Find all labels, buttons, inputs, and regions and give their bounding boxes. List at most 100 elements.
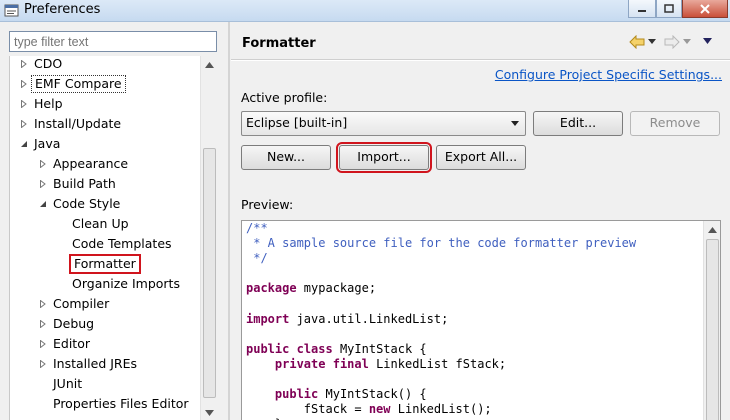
code-keyword: public — [246, 341, 290, 356]
tree-item-label: Java — [34, 136, 61, 151]
tree-item-compiler[interactable]: Compiler — [10, 294, 210, 314]
code-line: public MyIntStack() { — [274, 387, 427, 402]
code-line: * A sample source file for the code form… — [246, 236, 636, 251]
tree-item-label: Organize Imports — [72, 276, 180, 291]
code-comment: /** — [246, 221, 268, 235]
tree-item-label: Clean Up — [72, 216, 129, 231]
tree-item-label: Installed JREs — [53, 356, 138, 371]
collapsed-arrow-icon[interactable] — [20, 80, 28, 88]
tree-item-editor[interactable]: Editor — [10, 334, 210, 354]
code-line: */ — [246, 251, 636, 266]
window-title: Preferences — [24, 2, 101, 17]
chevron-down-icon — [511, 121, 519, 126]
tree-item-cdo[interactable]: CDO — [10, 56, 210, 74]
tree-item-java[interactable]: Java — [10, 134, 210, 154]
back-dropdown-icon[interactable] — [648, 39, 656, 44]
maximize-button[interactable] — [656, 0, 682, 18]
preview-label: Preview: — [241, 197, 294, 212]
view-menu-icon[interactable] — [703, 38, 712, 44]
tree-item-junit[interactable]: JUnit — [10, 374, 210, 394]
preferences-navigation-pane: CDO EMF Compare Help Install/Update Java Appe… — [0, 22, 226, 420]
collapsed-arrow-icon[interactable] — [39, 180, 47, 188]
tree-item-label: Editor — [53, 336, 90, 351]
tree-item-label: JUnit — [53, 376, 83, 391]
pane-splitter[interactable] — [228, 22, 230, 420]
code-preview: /** * A sample source file for the code … — [241, 220, 721, 420]
scroll-up-arrow-icon[interactable] — [205, 62, 214, 68]
collapsed-arrow-icon[interactable] — [20, 100, 28, 108]
edit-profile-button[interactable]: Edit... — [533, 111, 623, 136]
filter-input[interactable] — [9, 31, 217, 52]
forward-arrow-icon[interactable] — [664, 35, 680, 49]
collapsed-arrow-icon[interactable] — [20, 60, 28, 68]
tree-item-build-path[interactable]: Build Path — [10, 174, 210, 194]
tree-item-label: Install/Update — [34, 116, 122, 131]
back-arrow-icon[interactable] — [629, 35, 645, 49]
tree-item-installed-jres[interactable]: Installed JREs — [10, 354, 210, 374]
export-all-button[interactable]: Export All... — [436, 145, 526, 170]
forward-dropdown-icon[interactable] — [683, 39, 691, 44]
tree-item-emf-compare[interactable]: EMF Compare — [10, 74, 210, 94]
preferences-tree: CDO EMF Compare Help Install/Update Java Appe… — [9, 56, 217, 420]
preview-scroll-up-arrow-icon[interactable] — [708, 227, 717, 233]
title-bar: Preferences — [0, 0, 730, 22]
tree-item-label: CDO — [34, 56, 63, 71]
code-preview-text: /** * A sample source file for the code … — [246, 221, 636, 420]
preview-scrollbar[interactable] — [703, 221, 720, 420]
tree-item-code-templates[interactable]: Code Templates — [10, 234, 210, 254]
tree-item-organize-imports[interactable]: Organize Imports — [10, 274, 210, 294]
code-keyword: private — [274, 356, 326, 371]
profile-select[interactable]: Eclipse [built-in] — [241, 111, 526, 136]
collapsed-arrow-icon[interactable] — [39, 340, 47, 348]
tree-item-formatter[interactable]: Formatter — [10, 254, 210, 274]
tree-scrollbar[interactable] — [200, 56, 217, 420]
code-keyword: package — [246, 281, 297, 296]
preferences-app-icon — [4, 4, 19, 17]
remove-profile-button[interactable]: Remove — [630, 111, 720, 136]
minimize-icon — [638, 9, 646, 12]
formatter-page: Formatter Configure Project Specific Set… — [231, 22, 730, 420]
tree-item-label: EMF Compare — [31, 75, 126, 93]
configure-project-settings-link[interactable]: Configure Project Specific Settings... — [495, 67, 722, 82]
new-profile-button[interactable]: New... — [241, 145, 331, 170]
collapsed-arrow-icon[interactable] — [20, 120, 28, 128]
page-header: Formatter — [231, 22, 730, 60]
tree-item-help[interactable]: Help — [10, 94, 210, 114]
profile-select-value: Eclipse [built-in] — [246, 115, 348, 130]
close-icon — [700, 3, 710, 14]
tree-item-label: Formatter — [69, 254, 141, 274]
tree-item-label: Compiler — [53, 296, 110, 311]
page-body: Configure Project Specific Settings... A… — [231, 61, 730, 420]
tree-item-properties-files-editor[interactable]: Properties Files Editor — [10, 394, 210, 414]
tree-item-label: Help — [34, 96, 63, 111]
close-button[interactable] — [682, 0, 728, 18]
expanded-arrow-icon[interactable] — [39, 200, 47, 208]
code-comment: */ — [246, 251, 268, 266]
expanded-arrow-icon[interactable] — [20, 140, 28, 148]
tree-item-debug[interactable]: Debug — [10, 314, 210, 334]
collapsed-arrow-icon[interactable] — [39, 320, 47, 328]
tree-item-label: Appearance — [53, 156, 129, 171]
tree-item-code-style[interactable]: Code Style — [10, 194, 210, 214]
import-profile-button[interactable]: Import... — [336, 142, 432, 173]
code-line: /** — [246, 221, 636, 236]
preview-scrollbar-thumb[interactable] — [706, 239, 719, 420]
tree-scrollbar-thumb[interactable] — [203, 148, 216, 398]
active-profile-label: Active profile: — [241, 90, 328, 105]
collapsed-arrow-icon[interactable] — [39, 300, 47, 308]
tree-item-install-update[interactable]: Install/Update — [10, 114, 210, 134]
minimize-button[interactable] — [628, 0, 656, 18]
tree-item-appearance[interactable]: Appearance — [10, 154, 210, 174]
maximize-icon — [664, 3, 674, 13]
code-keyword: class — [296, 341, 333, 356]
code-comment: * A sample source file for the code form… — [246, 236, 637, 251]
code-keyword: import — [246, 311, 290, 326]
collapsed-arrow-icon[interactable] — [39, 160, 47, 168]
collapsed-arrow-icon[interactable] — [39, 360, 47, 368]
tree-item-clean-up[interactable]: Clean Up — [10, 214, 210, 234]
tree-item-label: Code Style — [53, 196, 121, 211]
scroll-down-arrow-icon[interactable] — [205, 410, 214, 416]
